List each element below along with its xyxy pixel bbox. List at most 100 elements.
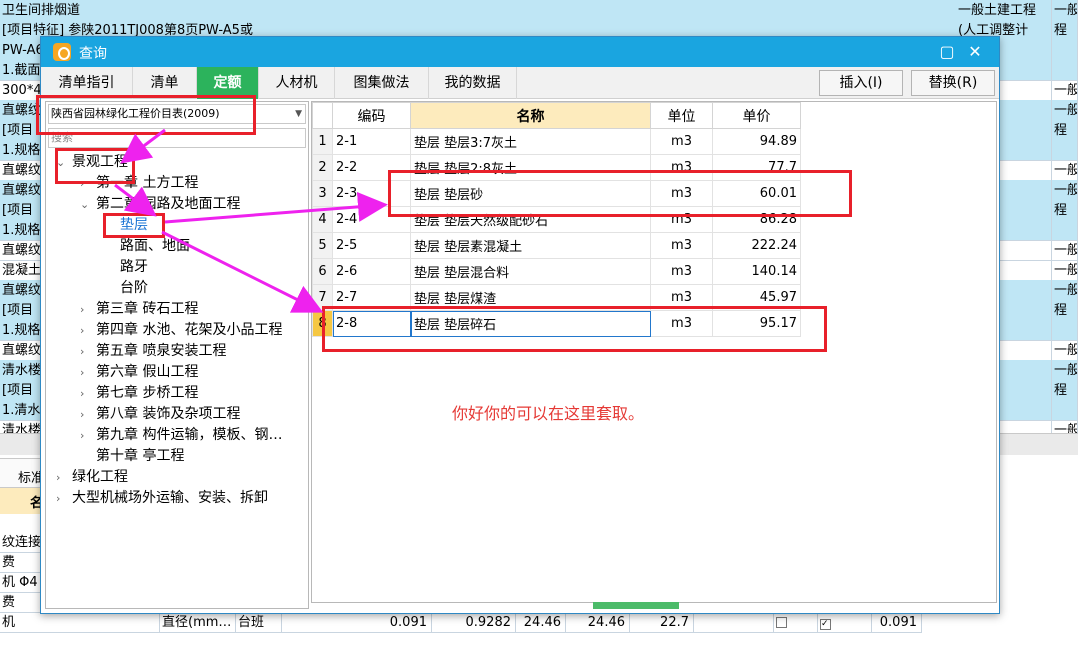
quota-grid: 编码 名称 单位 单价 1 2-1 垫层 垫层3:7灰土 m3 94.89 2 2-2 垫层 …: [312, 102, 801, 337]
tree-node-label: 第五章 喷泉安装工程: [96, 343, 227, 359]
tree-node[interactable]: 路面、地面: [104, 236, 190, 257]
tree-node-label: 路面、地面: [120, 238, 190, 254]
row-type-cell: 一般: [1052, 240, 1078, 261]
cell: [694, 612, 774, 633]
tree-node-label: 绿化工程: [72, 469, 128, 485]
maximize-icon[interactable]: ▢: [935, 40, 959, 64]
quota-row[interactable]: 6 2-6 垫层 垫层混合料 m3 140.14: [312, 258, 801, 285]
tree-node-label: 台阶: [120, 280, 148, 296]
last-resource-row[interactable]: 机 直径(mm… 台班 0.091 0.9282 24.46 24.46 22.…: [0, 612, 1078, 633]
tree-node[interactable]: › 第七章 步桥工程: [80, 383, 198, 404]
tree-node[interactable]: 第十章 亭工程: [80, 446, 184, 467]
name-cell: 垫层 垫层素混凝土: [410, 232, 651, 259]
row-type-cell: [1052, 320, 1078, 341]
tree-node-label: 第十章 亭工程: [96, 448, 185, 464]
checkbox-cell[interactable]: [774, 612, 818, 633]
tree-node[interactable]: › 第九章 构件运输，模板、钢…: [80, 425, 282, 446]
background-row[interactable]: 卫生间排烟道 一般土建工程 一般: [0, 0, 1078, 21]
row-type-cell: 一般: [1052, 0, 1078, 21]
tree-node-label: 第三章 砖石工程: [96, 301, 199, 317]
tree-node[interactable]: 台阶: [104, 278, 148, 299]
chevron-right-icon[interactable]: ›: [56, 467, 72, 488]
code-cell: 2-6: [332, 258, 411, 285]
tab-my-data[interactable]: 我的数据: [429, 67, 517, 99]
cell: 直径(mm…: [160, 612, 236, 633]
unit-cell: m3: [650, 128, 713, 155]
tree-node-label: 第九章 构件运输，模板、钢…: [96, 427, 283, 443]
annotation-box-row-2-8: [322, 306, 827, 352]
cell: 0.091: [282, 612, 432, 633]
checkbox-cell[interactable]: ✓: [818, 612, 872, 633]
close-icon[interactable]: ✕: [963, 40, 987, 64]
cell: 0.9282: [432, 612, 516, 633]
tree-node[interactable]: › 绿化工程: [56, 467, 128, 488]
quota-row[interactable]: 1 2-1 垫层 垫层3:7灰土 m3 94.89: [312, 128, 801, 155]
chevron-right-icon[interactable]: ›: [80, 404, 96, 425]
row-category-cell: 一般土建工程: [956, 0, 1052, 21]
chevron-right-icon[interactable]: ›: [80, 299, 96, 320]
tab-labor-material-machine[interactable]: 人材机: [259, 67, 335, 99]
chevron-right-icon[interactable]: ›: [80, 383, 96, 404]
annotation-box-cushion: [103, 213, 165, 238]
row-type-cell: 一般: [1052, 160, 1078, 181]
row-index-cell: 3: [312, 180, 333, 207]
quota-row[interactable]: 5 2-5 垫层 垫层素混凝土 m3 222.24: [312, 232, 801, 259]
row-type-cell: 程: [1052, 200, 1078, 221]
tree-node[interactable]: › 第六章 假山工程: [80, 362, 198, 383]
price-cell: 222.24: [712, 232, 801, 259]
chevron-down-icon[interactable]: ▼: [295, 105, 302, 123]
chevron-right-icon[interactable]: ›: [56, 488, 72, 509]
row-index-cell: 6: [312, 258, 333, 285]
price-cell: 94.89: [712, 128, 801, 155]
chevron-right-icon[interactable]: ›: [80, 362, 96, 383]
tree-node[interactable]: 路牙: [104, 257, 148, 278]
chevron-right-icon[interactable]: ›: [80, 320, 96, 341]
row-type-cell: [1052, 140, 1078, 161]
tree-node-label: 第四章 水池、花架及小品工程: [96, 322, 283, 338]
cell: 台班: [236, 612, 282, 633]
tree-node[interactable]: › 第八章 装饰及杂项工程: [80, 404, 240, 425]
insert-button[interactable]: 插入(I): [819, 70, 903, 96]
row-type-cell: 程: [1052, 120, 1078, 141]
cell: 0.091: [872, 612, 922, 633]
tree-node[interactable]: › 第五章 喷泉安装工程: [80, 341, 226, 362]
row-type-cell: 一般: [1052, 180, 1078, 201]
tree-node-label: 第七章 步桥工程: [96, 385, 199, 401]
cell: 机: [0, 612, 160, 633]
cell: 22.7: [630, 612, 694, 633]
row-type-cell: [1052, 400, 1078, 421]
annotation-hint-text: 你好你的可以在这里套取。: [452, 404, 645, 423]
row-type-cell: 一般: [1052, 80, 1078, 101]
checked-checkbox-icon[interactable]: ✓: [820, 619, 831, 630]
tree-node-label: 第六章 假山工程: [96, 364, 199, 380]
annotation-box-library: [36, 95, 256, 135]
code-column-header[interactable]: 编码: [332, 102, 411, 129]
row-index-header: [312, 102, 333, 129]
chevron-right-icon[interactable]: ›: [80, 341, 96, 362]
tree-node-label: 第二章 园路及地面工程: [96, 196, 241, 212]
unit-cell: m3: [650, 258, 713, 285]
replace-button[interactable]: 替换(R): [911, 70, 995, 96]
splitter-handle[interactable]: [593, 602, 679, 609]
tree-node[interactable]: › 大型机械场外运输、安装、拆卸: [56, 488, 268, 509]
cell: 24.46: [566, 612, 630, 633]
tab-atlas-method[interactable]: 图集做法: [335, 67, 429, 99]
row-type-cell: 一般: [1052, 280, 1078, 301]
dialog-title-bar[interactable]: 查询 ▢ ✕: [41, 37, 999, 67]
tree-node[interactable]: › 第三章 砖石工程: [80, 299, 198, 320]
tree-node[interactable]: ⌄ 第二章 园路及地面工程: [80, 194, 240, 215]
chevron-down-icon[interactable]: ⌄: [80, 194, 96, 215]
chevron-right-icon[interactable]: ›: [80, 425, 96, 446]
row-text-cell: 卫生间排烟道: [0, 0, 300, 21]
tree-node-label: 路牙: [120, 259, 148, 275]
row-type-cell: 一般: [1052, 360, 1078, 381]
price-column-header[interactable]: 单价: [712, 102, 801, 129]
name-column-header[interactable]: 名称: [410, 102, 651, 129]
tree-node-label: 第八章 装饰及杂项工程: [96, 406, 241, 422]
row-index-cell: 5: [312, 232, 333, 259]
checkbox-icon[interactable]: [776, 617, 787, 628]
row-type-cell: 程: [1052, 20, 1078, 41]
unit-column-header[interactable]: 单位: [650, 102, 713, 129]
row-index-cell: 1: [312, 128, 333, 155]
tree-node[interactable]: › 第四章 水池、花架及小品工程: [80, 320, 282, 341]
